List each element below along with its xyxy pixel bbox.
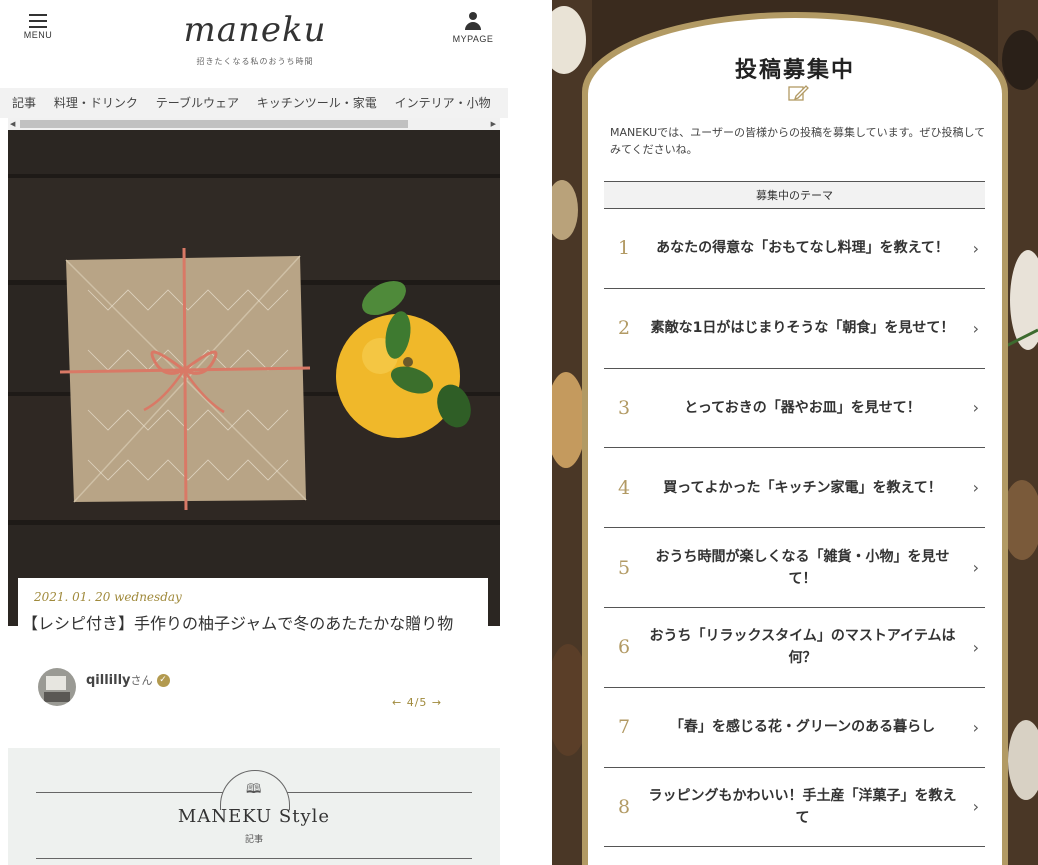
chevron-right-icon: ›: [972, 318, 979, 338]
chevron-right-icon: ›: [972, 797, 979, 817]
theme-number: 1: [618, 237, 631, 260]
divider: [36, 858, 472, 859]
logo-wordmark: maneku: [183, 10, 327, 50]
author-name-wrap[interactable]: qillillyさん ✓: [86, 672, 170, 688]
article-date: 2021. 01. 20 wednesday: [34, 590, 182, 604]
chevron-right-icon: ›: [972, 238, 979, 258]
nav-item-kitchen-tools[interactable]: キッチンツール・家電: [257, 96, 377, 110]
theme-item[interactable]: 5 おうち時間が楽しくなる「雑貨・小物」を見せて！ ›: [604, 528, 985, 608]
theme-item[interactable]: 8 ラッピングもかわいい！手土産「洋菓子」を教えて ›: [604, 768, 985, 848]
theme-number: 4: [618, 476, 631, 499]
theme-text: 「春」を感じる花・グリーンのある暮らし: [669, 719, 936, 736]
verified-badge-icon: ✓: [156, 674, 170, 687]
theme-item[interactable]: 3 とっておきの「器やお皿」を見せて！ ›: [604, 369, 985, 449]
person-icon: [464, 12, 482, 32]
author-honorific: さん: [130, 674, 153, 687]
theme-text: 素敵な1日がはじまりそうな「朝食」を見せて！: [650, 320, 955, 337]
chevron-right-icon: ›: [972, 558, 979, 578]
theme-number: 8: [618, 795, 631, 818]
mypage-button[interactable]: MYPAGE: [448, 12, 498, 44]
theme-item[interactable]: 4 買ってよかった「キッチン家電」を教えて！ ›: [604, 448, 985, 529]
theme-list-heading: 募集中のテーマ: [604, 181, 985, 209]
chevron-right-icon: ›: [972, 637, 979, 657]
nav-item-interior[interactable]: インテリア・小物: [395, 96, 491, 110]
theme-item[interactable]: 2 素敵な1日がはじまりそうな「朝食」を見せて！ ›: [604, 289, 985, 369]
book-icon: 🕮: [246, 782, 262, 797]
chevron-right-icon: ›: [972, 717, 979, 737]
category-nav: 記事 料理・ドリンク テーブルウェア キッチンツール・家電 インテリア・小物: [0, 88, 508, 118]
theme-item[interactable]: 1 あなたの得意な「おもてなし料理」を教えて！ ›: [604, 209, 985, 289]
carousel-pager[interactable]: ← 4/5 →: [392, 696, 442, 709]
submission-intro: MANEKUでは、ユーザーの皆様からの投稿を募集しています。ぜひ投稿してみてくだ…: [610, 126, 986, 156]
theme-list: 募集中のテーマ 1 あなたの得意な「おもてなし料理」を教えて！ › 2 素敵な1…: [604, 181, 985, 848]
section-subtitle: 記事: [244, 835, 263, 845]
avatar[interactable]: [38, 668, 76, 706]
scrollbar-thumb[interactable]: [20, 120, 408, 128]
article-title[interactable]: 【レシピ付き】手作りの柚子ジャムで冬のあたたかな贈り物: [22, 612, 482, 636]
submission-title: 投稿募集中: [734, 58, 855, 83]
site-tagline: 招きたくなる私のおうち時間: [196, 57, 314, 66]
hamburger-icon: [29, 14, 47, 28]
theme-text: とっておきの「器やお皿」を見せて！: [684, 399, 921, 416]
scroll-right-icon[interactable]: ▶: [491, 118, 496, 130]
nav-item-food-drink[interactable]: 料理・ドリンク: [54, 96, 138, 110]
nav-scrollbar[interactable]: ◀ ▶: [8, 118, 500, 130]
theme-item[interactable]: 7 「春」を感じる花・グリーンのある暮らし ›: [604, 688, 985, 768]
right-panel: 投稿募集中 MANEKUでは、ユーザーの皆様からの投稿を募集しています。ぜひ投稿…: [552, 0, 1038, 865]
theme-text: ラッピングもかわいい！手土産「洋菓子」を教えて: [648, 787, 957, 826]
theme-number: 7: [618, 716, 631, 739]
maneku-style-section: 🕮 MANEKU Style 記事: [8, 748, 500, 865]
hero-image[interactable]: [8, 130, 500, 626]
gift-and-yuzu-illustration: [8, 130, 500, 626]
menu-label: MENU: [23, 30, 53, 40]
site-header: MENU maneku 招きたくなる私のおうち時間 MYPAGE: [0, 0, 508, 86]
site-logo[interactable]: maneku 招きたくなる私のおうち時間: [150, 10, 360, 67]
theme-number: 2: [618, 317, 631, 340]
theme-text: あなたの得意な「おもてなし料理」を教えて！: [656, 240, 949, 257]
nav-item-articles[interactable]: 記事: [12, 96, 36, 110]
theme-number: 5: [618, 556, 631, 579]
left-panel: MENU maneku 招きたくなる私のおうち時間 MYPAGE 記事 料理・ド…: [0, 0, 508, 865]
chevron-right-icon: ›: [972, 398, 979, 418]
theme-item[interactable]: 6 おうち「リラックスタイム」のマストアイテムは何？ ›: [604, 608, 985, 688]
theme-text: おうち「リラックスタイム」のマストアイテムは何？: [649, 628, 956, 667]
theme-text: おうち時間が楽しくなる「雑貨・小物」を見せて！: [655, 548, 950, 587]
section-title: MANEKU Style: [177, 806, 331, 827]
chevron-right-icon: ›: [972, 478, 979, 498]
theme-text: 買ってよかった「キッチン家電」を教えて！: [663, 479, 942, 496]
theme-number: 6: [618, 636, 631, 659]
scroll-left-icon[interactable]: ◀: [10, 118, 15, 130]
nav-item-tableware[interactable]: テーブルウェア: [156, 96, 239, 110]
mypage-label: MYPAGE: [452, 34, 494, 44]
menu-button[interactable]: MENU: [18, 12, 58, 40]
pencil-icon: [788, 84, 810, 102]
theme-number: 3: [618, 396, 631, 419]
author-name: qillilly: [86, 673, 131, 688]
